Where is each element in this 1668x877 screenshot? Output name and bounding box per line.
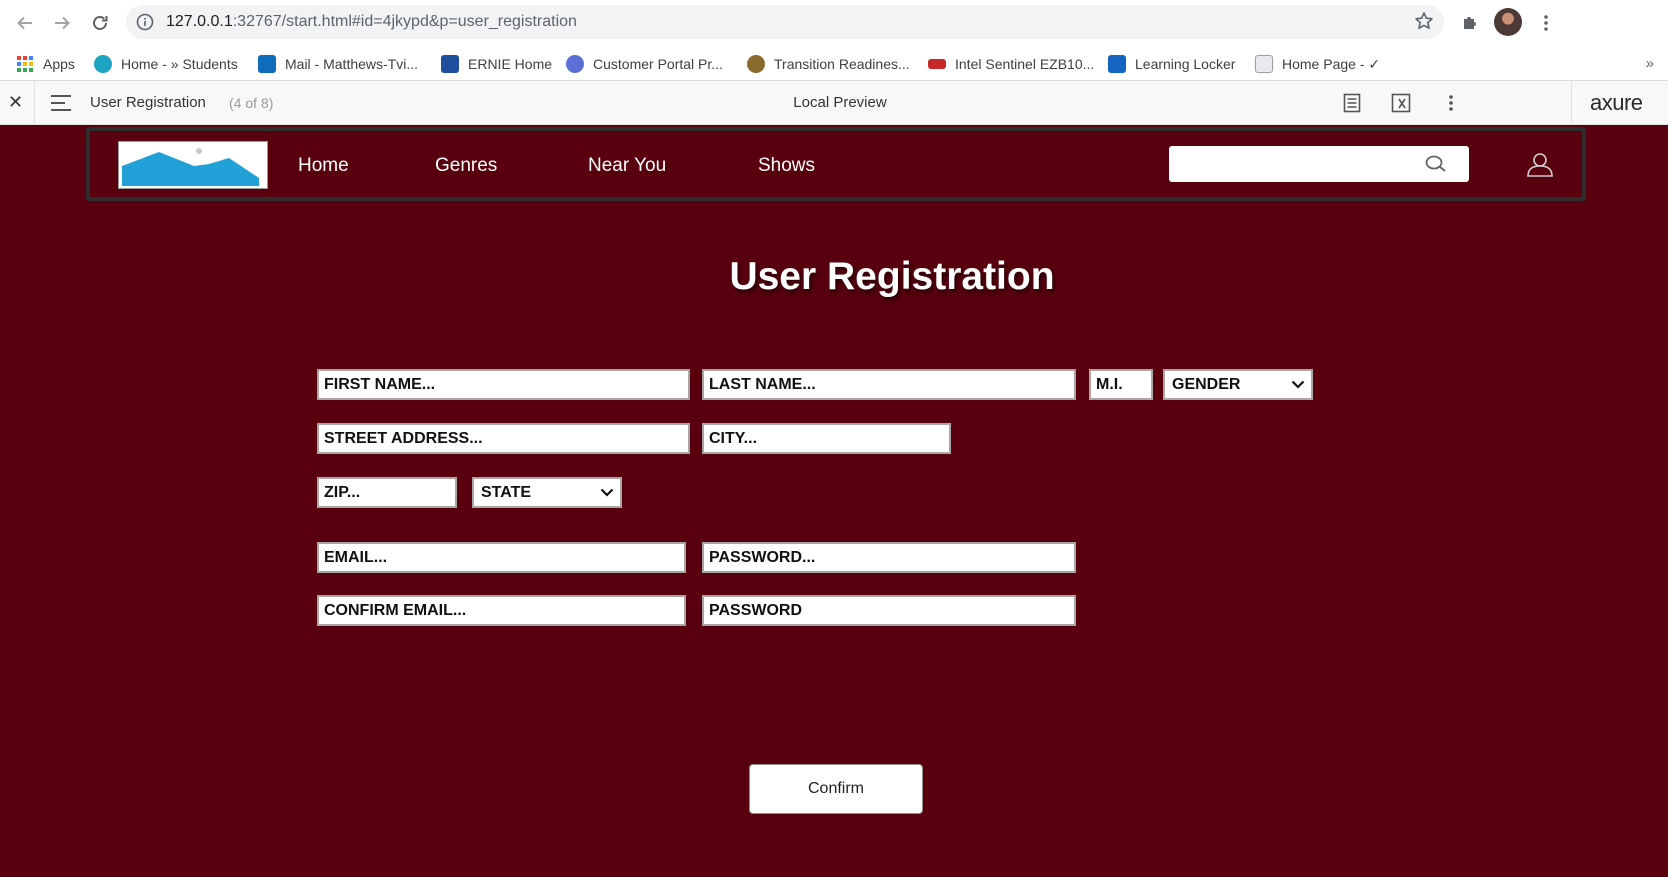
url-host: 127.0.0.1	[166, 13, 233, 30]
bookmark-transition[interactable]: Transition Readines...	[747, 51, 910, 77]
bookmark-label: Customer Portal Pr...	[593, 56, 723, 72]
sitemap-menu-icon[interactable]	[51, 95, 71, 116]
site-logo-image-icon[interactable]	[118, 141, 268, 189]
prototype-page: Home Genres Near You Shows User Registra…	[0, 125, 1668, 877]
bookmark-mail[interactable]: Mail - Matthews-Tvi...	[258, 51, 418, 77]
state-value: STATE	[481, 483, 532, 501]
street-address-input[interactable]: STREET ADDRESS...	[317, 423, 690, 454]
bookmark-home-page[interactable]: Home Page - ✓	[1255, 51, 1380, 77]
gender-select[interactable]: GENDER	[1163, 369, 1313, 400]
confirm-password-input[interactable]: PASSWORD	[702, 595, 1076, 626]
axure-page-count: (4 of 8)	[229, 95, 274, 111]
bookmark-intel-sentinel[interactable]: Intel Sentinel EZB10...	[928, 51, 1094, 77]
bookmark-ernie[interactable]: ERNIE Home	[441, 51, 552, 77]
site-header: Home Genres Near You Shows	[86, 127, 1586, 201]
nav-genres[interactable]: Genres	[435, 155, 497, 177]
axure-toolbar: ✕ User Registration (4 of 8) Local Previ…	[0, 81, 1668, 125]
more-bookmarks-chevron-icon[interactable]: »	[1646, 55, 1654, 72]
zip-input[interactable]: ZIP...	[317, 477, 457, 508]
bookmark-label: Transition Readines...	[774, 56, 910, 72]
first-name-input[interactable]: FIRST NAME...	[317, 369, 690, 400]
bookmark-label: Apps	[43, 56, 75, 72]
bookmark-label: Intel Sentinel EZB10...	[955, 56, 1095, 72]
nav-shows[interactable]: Shows	[758, 155, 815, 177]
gender-value: GENDER	[1172, 375, 1241, 393]
bookmark-label: Home Page - ✓	[1282, 55, 1381, 72]
axure-preview-label: Local Preview	[793, 94, 887, 111]
site-info-icon[interactable]	[136, 13, 154, 31]
chevron-down-icon	[600, 488, 614, 497]
eagle-globe-anchor-icon	[747, 55, 765, 73]
extensions-button[interactable]	[1456, 9, 1484, 37]
notes-button[interactable]	[1340, 91, 1364, 115]
bookmark-star-icon[interactable]	[1414, 11, 1434, 31]
confirm-button[interactable]: Confirm	[749, 764, 923, 814]
kebab-menu-icon	[1449, 95, 1453, 111]
image-placeholder-icon	[122, 148, 259, 186]
password-input[interactable]: PASSWORD...	[702, 542, 1076, 573]
notes-icon	[1343, 93, 1361, 113]
portal-icon	[566, 55, 584, 73]
reload-icon	[93, 16, 108, 30]
ernie-icon	[441, 55, 459, 73]
back-arrow-icon	[17, 16, 32, 30]
bookmark-label: Learning Locker	[1135, 56, 1236, 72]
forward-arrow-icon	[55, 16, 70, 30]
back-button[interactable]	[11, 9, 39, 37]
url-path: :32767/start.html#id=4jkypd&p=user_regis…	[232, 13, 577, 30]
inspect-icon	[1391, 93, 1411, 113]
bookmark-learning-locker[interactable]: Learning Locker	[1108, 51, 1235, 77]
reload-button[interactable]	[86, 9, 114, 37]
email-input[interactable]: EMAIL...	[317, 542, 686, 573]
bookmark-apps[interactable]: Apps	[16, 51, 75, 77]
page-icon	[1255, 55, 1273, 73]
students-icon	[94, 55, 112, 73]
nav-near-you[interactable]: Near You	[588, 155, 666, 177]
puzzle-icon	[1464, 17, 1476, 29]
bookmarks-bar: Apps Home - » Students Mail - Matthews-T…	[0, 46, 1668, 81]
nav-home[interactable]: Home	[298, 155, 349, 177]
confirm-email-input[interactable]: CONFIRM EMAIL...	[317, 595, 686, 626]
divider	[34, 81, 35, 125]
middle-initial-input[interactable]: M.I.	[1089, 369, 1153, 400]
divider	[1571, 81, 1572, 125]
last-name-input[interactable]: LAST NAME...	[702, 369, 1076, 400]
site-search-input[interactable]	[1169, 146, 1469, 182]
outlook-icon	[258, 55, 276, 73]
city-input[interactable]: CITY...	[702, 423, 951, 454]
profile-avatar[interactable]	[1494, 8, 1522, 36]
page-title: User Registration	[729, 255, 1055, 298]
bookmark-label: ERNIE Home	[468, 56, 553, 72]
browser-toolbar: 127.0.0.1:32767/start.html#id=4jkypd&p=u…	[0, 0, 1668, 46]
browser-menu-button[interactable]	[1532, 9, 1560, 37]
chevron-down-icon	[1291, 380, 1305, 389]
bookmark-students[interactable]: Home - » Students	[94, 51, 238, 77]
kebab-menu-icon	[1544, 15, 1548, 31]
forward-button[interactable]	[48, 9, 76, 37]
user-profile-icon[interactable]	[1526, 152, 1554, 178]
axure-logo: axure	[1590, 90, 1643, 115]
bookmark-label: Home - » Students	[121, 56, 238, 72]
state-select[interactable]: STATE	[472, 477, 622, 508]
inspect-button[interactable]	[1389, 91, 1413, 115]
apps-grid-icon	[17, 56, 33, 72]
axure-page-title: User Registration	[90, 94, 206, 111]
sentinel-icon	[928, 59, 946, 69]
address-bar[interactable]: 127.0.0.1:32767/start.html#id=4jkypd&p=u…	[126, 5, 1444, 39]
search-icon[interactable]	[1425, 155, 1447, 173]
axure-more-button[interactable]	[1439, 91, 1463, 115]
close-sitemap-icon[interactable]: ✕	[8, 92, 23, 113]
url-text[interactable]: 127.0.0.1:32767/start.html#id=4jkypd&p=u…	[166, 13, 577, 31]
bookmark-label: Mail - Matthews-Tvi...	[285, 56, 419, 72]
bookmark-customer-portal[interactable]: Customer Portal Pr...	[566, 51, 723, 77]
mdb-icon	[1108, 55, 1126, 73]
